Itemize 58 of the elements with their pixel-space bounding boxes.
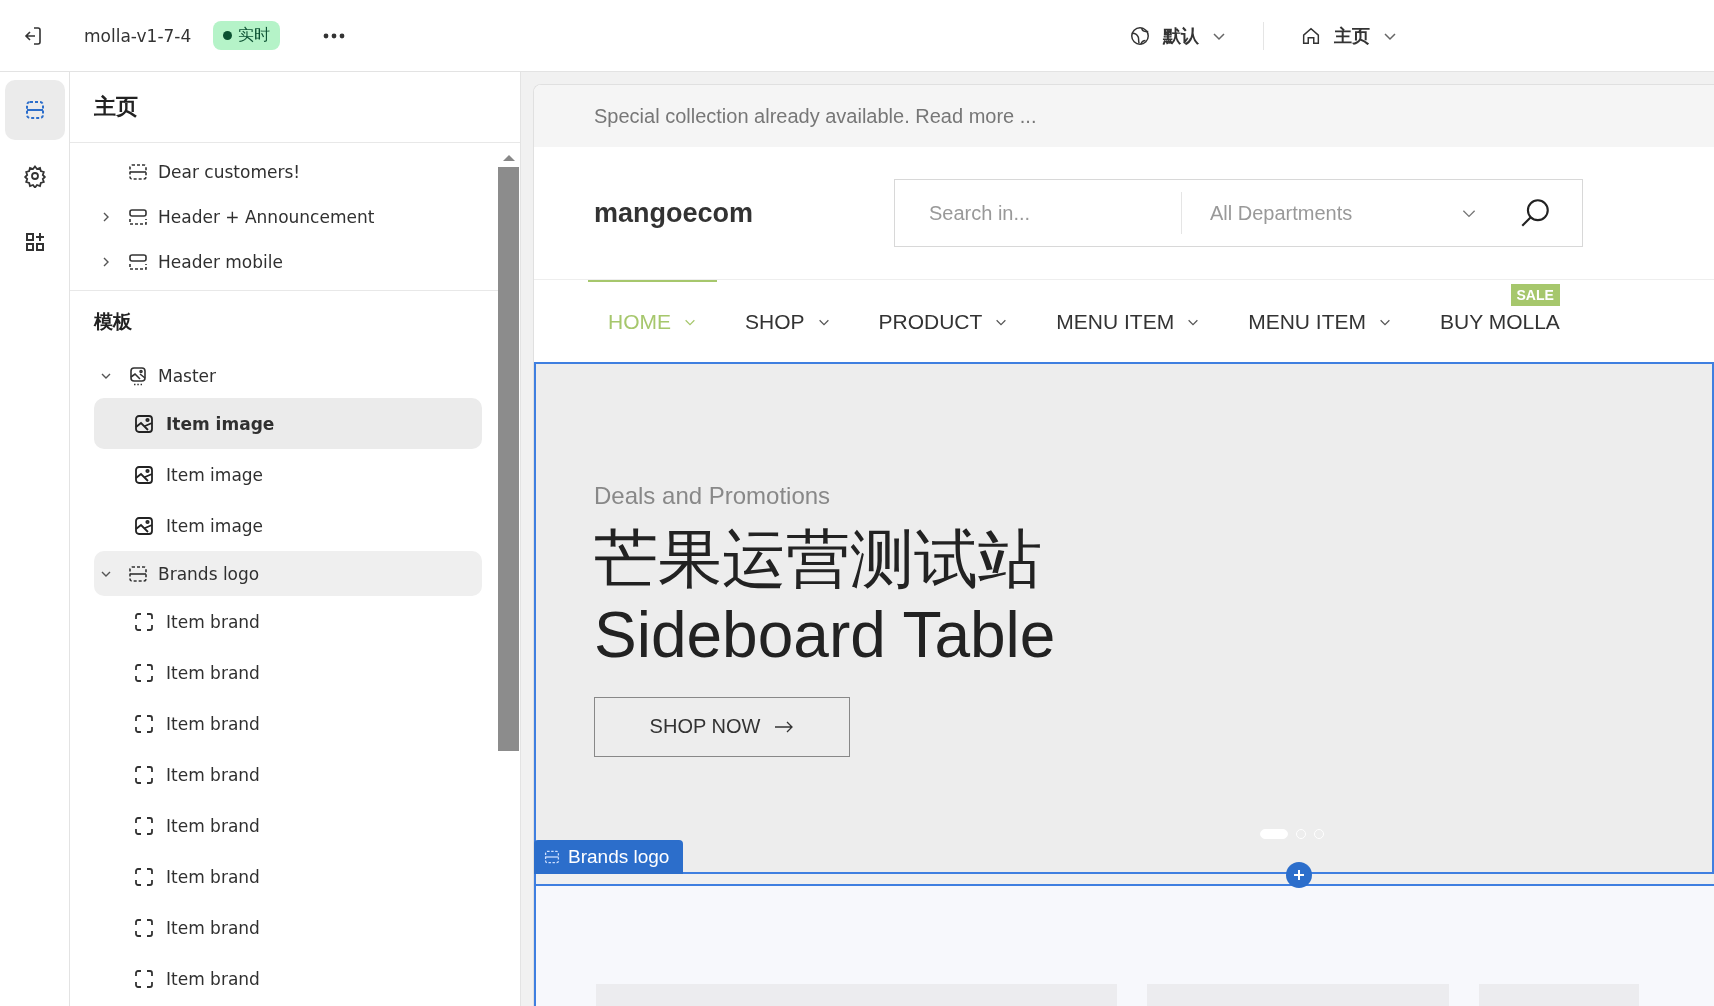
section-icon [128, 563, 148, 584]
globe-icon [1129, 24, 1151, 47]
language-dropdown[interactable]: 默认 [1123, 17, 1233, 54]
tree-item[interactable]: Item image [94, 398, 482, 449]
tree-item[interactable]: Dear customers! [94, 149, 482, 194]
nav-link[interactable]: PRODUCT [858, 306, 1029, 338]
sale-badge: SALE [1510, 284, 1560, 306]
more-icon[interactable] [322, 31, 347, 40]
section-icon [128, 161, 148, 182]
tree-item[interactable]: Brands logo [94, 551, 482, 596]
tree-item[interactable]: Item brand [94, 953, 482, 1004]
tree-item[interactable]: Item brand [94, 647, 482, 698]
announcement-text: Special collection already available. Read more ... [594, 104, 1037, 128]
arrow-right-icon [774, 720, 795, 733]
frame-icon [134, 866, 154, 887]
sections-tab[interactable] [4, 80, 65, 140]
group-title: 模板 [94, 309, 133, 334]
frame-icon [134, 764, 154, 785]
tree-item[interactable]: Header + Announcement [94, 194, 482, 239]
tree-item[interactable]: Item image [94, 500, 482, 551]
panel-title: 主页 [70, 72, 520, 143]
image-icon [134, 464, 154, 485]
shop-now-button[interactable]: SHOP NOW [594, 696, 850, 757]
hero-title: 芒果运营测试站 [594, 524, 1043, 595]
tree-item[interactable]: Item brand [94, 698, 482, 749]
hero-subtitle: Deals and Promotions [594, 482, 832, 510]
header-icon [128, 206, 148, 227]
status-badge: 实时 [213, 21, 281, 50]
frame-icon [134, 611, 154, 632]
settings-icon [22, 164, 47, 188]
page-dropdown[interactable]: 主页 [1294, 17, 1404, 54]
nav-link[interactable]: MENU ITEM [1036, 306, 1221, 338]
tree-item[interactable]: Header mobile [94, 239, 482, 284]
frame-icon [134, 815, 154, 836]
frame-icon [134, 662, 154, 683]
frame-icon [134, 713, 154, 734]
tree-item[interactable]: Item brand [94, 902, 482, 953]
tree-item[interactable]: Item brand [94, 800, 482, 851]
tree-item[interactable]: Item image [94, 449, 482, 500]
tree-item[interactable]: Item brand [94, 749, 482, 800]
tree-item[interactable]: Item brand [94, 851, 482, 902]
nav-link[interactable]: MENU ITEM [1228, 306, 1412, 338]
image-icon [134, 515, 154, 536]
nav-link[interactable]: SHOP [725, 306, 851, 338]
image-icon [134, 413, 154, 434]
tree-item[interactable]: Master [94, 353, 482, 398]
nav-link[interactable]: BUY MOLLA [1420, 306, 1580, 338]
frame-icon [134, 917, 154, 938]
section-tag[interactable]: Brands logo [534, 840, 684, 874]
frame-icon [134, 968, 154, 989]
plus-icon [1293, 869, 1305, 881]
section-icon [544, 849, 560, 865]
store-logo[interactable]: mangoecom [594, 197, 894, 229]
hero-title: Sideboard Table [594, 600, 1057, 671]
header-icon [128, 251, 148, 272]
tree-item[interactable]: Item brand [94, 596, 482, 647]
image-icon [128, 365, 148, 386]
store-name: molla-v1-7-4 [84, 25, 192, 46]
